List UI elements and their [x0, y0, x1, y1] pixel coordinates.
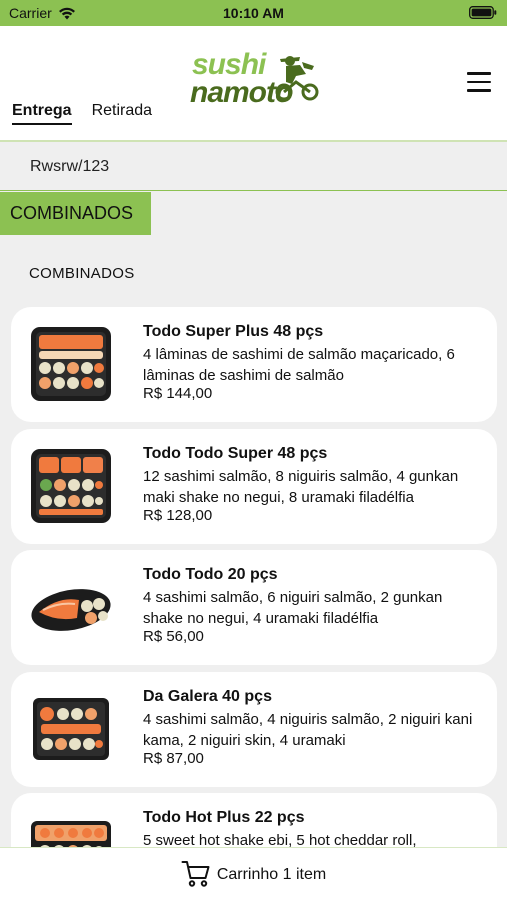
product-image — [33, 697, 109, 760]
product-card[interactable]: Todo Todo 20 pçs 4 sashimi salmão, 6 nig… — [11, 550, 497, 665]
status-right — [469, 6, 497, 22]
category-tab-combinados[interactable]: COMBINADOS — [0, 192, 151, 235]
cart-bar[interactable]: Carrinho 1 item — [0, 847, 507, 900]
product-image — [31, 327, 111, 401]
hamburger-menu-icon-line — [467, 89, 491, 92]
product-name: Todo Super Plus 48 pçs — [143, 323, 324, 340]
product-price: R$ 87,00 — [143, 749, 204, 767]
battery-icon — [469, 6, 497, 19]
cart-label: Carrinho 1 item — [216, 866, 327, 883]
product-card[interactable]: Da Galera 40 pçs 4 sashimi salmão, 4 nig… — [11, 671, 497, 787]
app-header: sushi namoto Entrega Retirada — [0, 26, 507, 141]
hamburger-menu-icon — [467, 72, 491, 75]
product-image — [31, 448, 111, 523]
product-description: 5 sweet hot shake ebi, 5 hot cheddar rol… — [143, 832, 417, 847]
product-description: 4 sashimi salmão, 6 niguiri salmão, 2 gu… — [143, 589, 443, 627]
delivery-mode-tabs: Entrega Retirada — [12, 102, 152, 125]
status-bar: Carrier 10:10 AM — [0, 0, 507, 26]
product-price: R$ 128,00 — [143, 506, 213, 524]
product-name: Todo Todo 20 pçs — [143, 566, 278, 583]
cart-icon — [181, 861, 210, 887]
product-card[interactable]: Todo Super Plus 48 pçs 4 lâminas de sash… — [11, 307, 497, 422]
address-bar[interactable]: Rwsrw/123 — [0, 142, 507, 190]
product-name: Todo Hot Plus 22 pçs — [143, 809, 305, 826]
product-description: 4 lâminas de sashimi de salmão maçaricad… — [143, 346, 455, 384]
hamburger-menu-icon-line — [467, 80, 491, 83]
product-card[interactable]: Todo Todo Super 48 pçs 12 sashimi salmão… — [11, 428, 497, 544]
address-text: Rwsrw/123 — [30, 158, 110, 175]
status-time: 10:10 AM — [223, 5, 284, 21]
product-name: Todo Todo Super 48 pçs — [143, 444, 328, 462]
delivery-rider-icon — [275, 56, 319, 101]
product-image — [31, 821, 111, 847]
tab-retirada[interactable]: Retirada — [92, 102, 152, 125]
address-divider — [0, 190, 507, 191]
product-price: R$ 56,00 — [143, 628, 204, 645]
product-card[interactable]: Todo Hot Plus 22 pçs 5 sweet hot shake e… — [11, 793, 497, 847]
product-image — [31, 589, 111, 631]
product-description: 12 sashimi salmão, 8 niguiris salmão, 4 … — [143, 467, 459, 506]
section-title: COMBINADOS — [29, 265, 135, 282]
hamburger-menu-button[interactable] — [467, 72, 493, 92]
product-list[interactable]: Todo Super Plus 48 pçs 4 lâminas de sash… — [11, 307, 497, 847]
product-price: R$ 144,00 — [143, 385, 213, 402]
sushi-namoto-logo: sushi namoto — [190, 46, 320, 109]
tab-entrega[interactable]: Entrega — [12, 102, 72, 125]
product-name: Da Galera 40 pçs — [143, 687, 272, 705]
product-description: 4 sashimi salmão, 4 niguiris salmão, 2 n… — [143, 710, 473, 749]
